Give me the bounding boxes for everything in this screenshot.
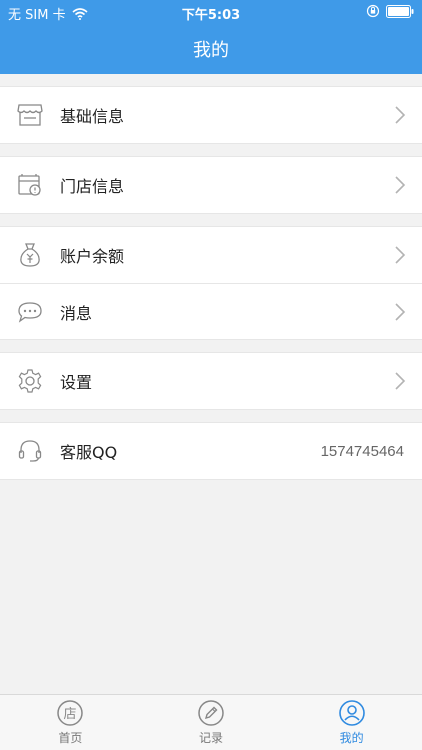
page-title: 我的 — [193, 40, 229, 61]
tab-home[interactable]: 店 首页 — [0, 695, 141, 750]
store-icon — [16, 101, 44, 129]
tab-mine[interactable]: 我的 — [281, 695, 422, 750]
user-icon — [338, 700, 365, 726]
menu-item-label: 设置 — [60, 373, 93, 392]
group-basic: 基础信息 — [0, 86, 422, 144]
message-icon — [16, 298, 44, 326]
group-settings: 设置 — [0, 352, 422, 410]
tab-label: 首页 — [58, 731, 83, 745]
group-account: 账户余额 消息 — [0, 226, 422, 340]
group-support: 客服QQ 1574745464 — [0, 422, 422, 480]
chevron-right-icon — [395, 372, 406, 390]
rotation-lock-icon — [366, 4, 380, 18]
pencil-icon — [198, 700, 224, 726]
shop-info-icon — [16, 171, 44, 199]
menu-item-customer-service-qq[interactable]: 客服QQ 1574745464 — [0, 423, 422, 479]
menu-item-settings[interactable]: 设置 — [0, 353, 422, 409]
profile-content: 基础信息 门店信息 账户余额 消息 设置 客服QQ 1574745464 — [0, 74, 422, 694]
tab-label: 记录 — [199, 731, 224, 745]
menu-item-label: 基础信息 — [60, 107, 125, 126]
status-time: 下午5:03 — [181, 8, 241, 23]
tab-records[interactable]: 记录 — [141, 695, 282, 750]
menu-item-store-info[interactable]: 门店信息 — [0, 157, 422, 213]
menu-item-account-balance[interactable]: 账户余额 — [0, 227, 422, 283]
header: 无 SIM 卡 下午5:03 我的 — [0, 0, 422, 74]
money-bag-icon — [16, 241, 44, 269]
menu-item-label: 客服QQ — [60, 443, 118, 462]
menu-item-messages[interactable]: 消息 — [0, 283, 422, 339]
tab-label: 我的 — [339, 731, 364, 745]
gear-icon — [16, 367, 44, 395]
headset-icon — [16, 437, 44, 465]
menu-item-label: 账户余额 — [60, 247, 125, 266]
store-badge-icon: 店 — [57, 700, 84, 726]
menu-item-label: 门店信息 — [60, 177, 125, 196]
battery-icon — [386, 4, 414, 18]
menu-item-label: 消息 — [60, 303, 93, 323]
chevron-right-icon — [395, 246, 406, 264]
chevron-right-icon — [395, 106, 406, 124]
chevron-right-icon — [395, 176, 406, 194]
tab-bar: 店 首页 记录 我的 — [0, 694, 422, 750]
status-right — [366, 4, 414, 18]
status-bar: 无 SIM 卡 下午5:03 — [0, 0, 422, 24]
qq-number: 1574745464 — [320, 442, 404, 460]
menu-item-basic-info[interactable]: 基础信息 — [0, 87, 422, 143]
group-store: 门店信息 — [0, 156, 422, 214]
chevron-right-icon — [395, 303, 406, 321]
tab-home-icon-text: 店 — [64, 707, 77, 722]
